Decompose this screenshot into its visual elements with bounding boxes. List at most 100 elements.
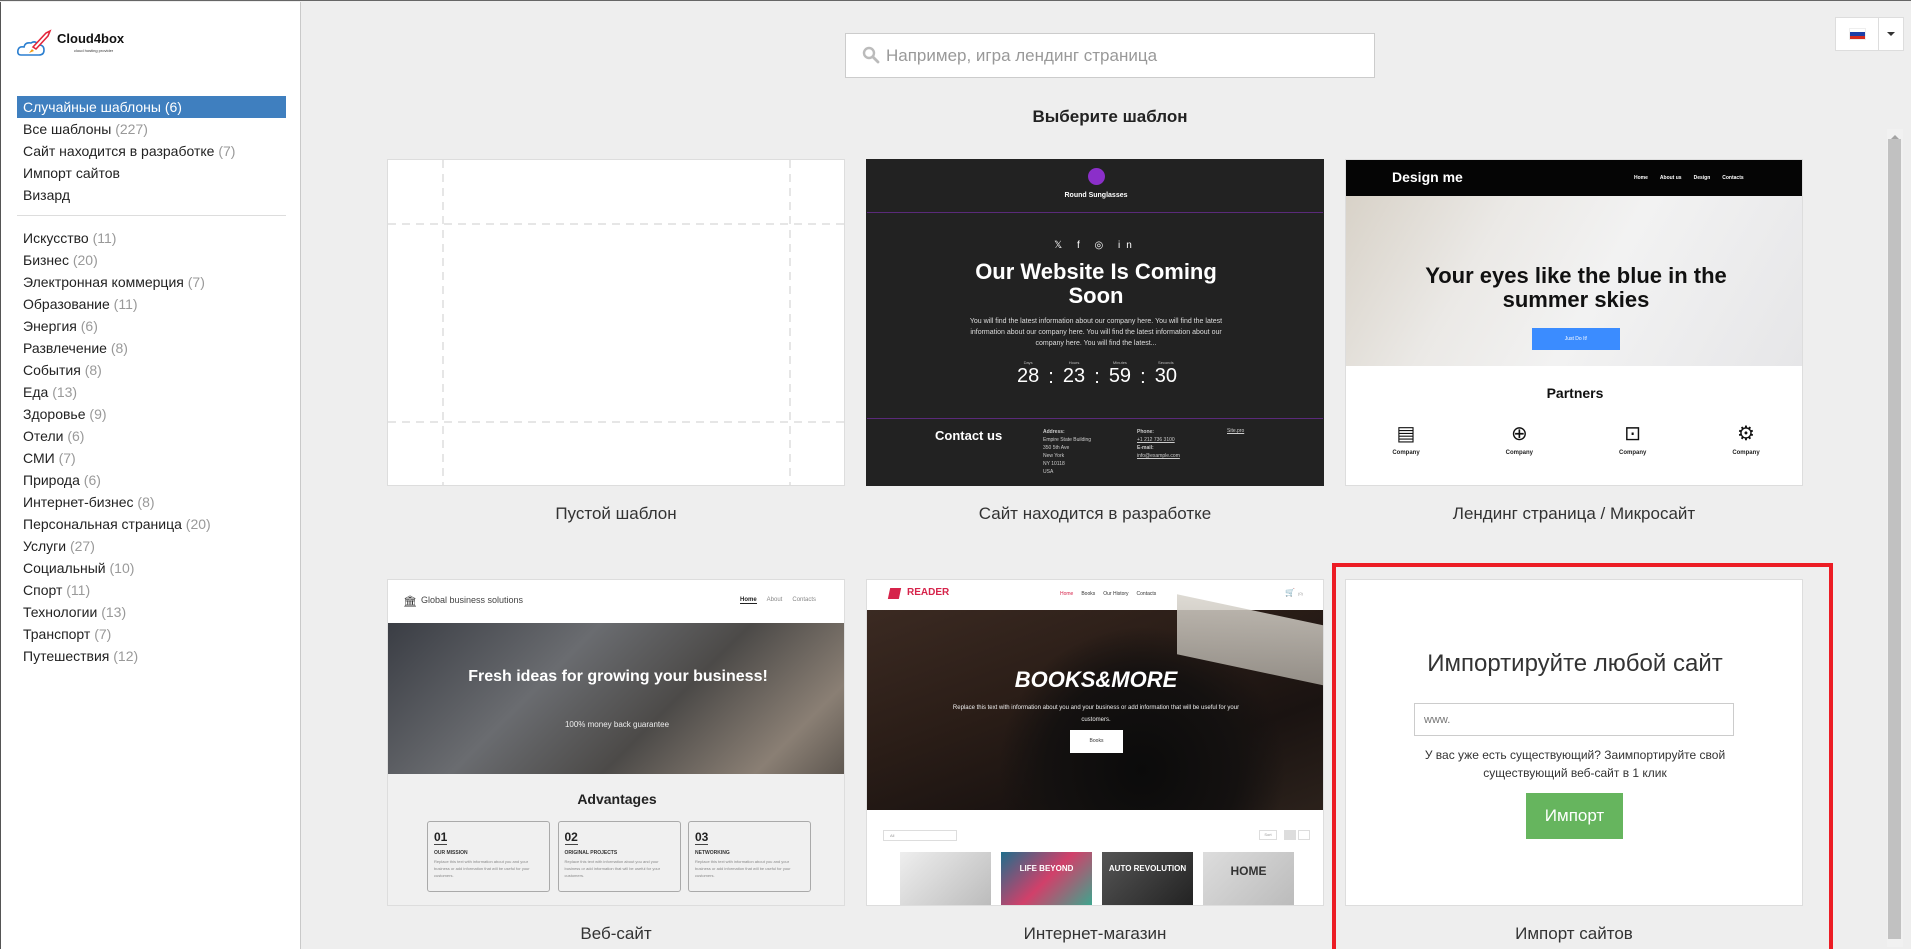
sidebar-item-label: Случайные шаблоны (6) [23,99,182,115]
book-title: AUTO REVOLUTION [1108,864,1187,873]
address-line: 350 5th Ave [1043,445,1070,451]
sidebar-item-label: Энергия [23,318,77,334]
sidebar-item[interactable]: Природа (6) [17,469,286,491]
sidebar-item[interactable]: Персональная страница (20) [17,513,286,535]
preview-nav-item: About [766,597,783,603]
sidebar-item[interactable]: Еда (13) [17,381,286,403]
sidebar-item[interactable]: Электронная коммерция (7) [17,271,286,293]
sidebar-item-count: (7) [94,626,112,642]
sidebar-item-count: (20) [185,516,211,532]
divider [867,212,1323,213]
preview-title: Your eyes like the blue in the summer sk… [1425,263,1727,312]
sidebar-item[interactable]: СМИ (7) [17,447,286,469]
sidebar-item[interactable]: Образование (11) [17,293,286,315]
sidebar-item-label: Технологии [23,604,98,620]
email: info@example.com [1137,453,1180,459]
partner-label: Company [1618,450,1647,456]
sidebar-item[interactable]: Бизнес (20) [17,249,286,271]
partner-label: Company [1732,450,1760,456]
scrollbar[interactable] [1887,129,1903,947]
sidebar-item-count: (6) [83,472,101,488]
sidebar-item-count: (13) [101,604,127,620]
sidebar-item-count: (27) [69,538,95,554]
countdown-value: 23 [1062,365,1086,387]
sidebar-item[interactable]: Услуги (27) [17,535,286,557]
import-panel: Импортируйте любой сайт У вас уже есть с… [1345,579,1803,906]
sidebar-item[interactable]: Транспорт (7) [17,623,286,645]
template-label[interactable]: Интернет-магазин [866,924,1324,944]
scrollbar-thumb[interactable] [1888,139,1901,939]
preview-header: Design me Home About us Design Contacts [1346,160,1802,196]
preview-nav-item: Our History [1103,591,1129,597]
sidebar-item[interactable]: Отели (6) [17,425,286,447]
sidebar-item-count: (10) [109,560,135,576]
sidebar-item[interactable]: Здоровье (9) [17,403,286,425]
sidebar-item[interactable]: Искусство (11) [17,227,286,249]
template-label[interactable]: Лендинг страница / Микросайт [1345,504,1803,524]
import-url-input[interactable] [1414,703,1734,736]
language-selector[interactable] [1835,17,1904,51]
sidebar-item-label: Путешествия [23,648,110,664]
language-flag[interactable] [1836,18,1879,50]
sidebar-item-label: Услуги [23,538,67,554]
sidebar-item[interactable]: Импорт сайтов [17,162,286,184]
partner-label: Company [1505,450,1533,456]
logo[interactable]: Cloud4box cloud hosting provider [16,29,136,61]
language-dropdown-toggle[interactable] [1879,18,1903,50]
sidebar-item[interactable]: События (8) [17,359,286,381]
sidebar-item-count: (13) [52,384,78,400]
sidebar-item[interactable]: Энергия (6) [17,315,286,337]
russian-flag-icon [1848,28,1866,40]
sidebar-item[interactable]: Интернет-бизнес (8) [17,491,286,513]
template-thumbnail[interactable]: READER Home Books Our History Contacts 🛒 (0… [866,579,1324,906]
sidebar: Cloud4box cloud hosting provider Случайн… [0,2,301,949]
address-line: USA [1043,469,1054,475]
advantage-card: 01 OUR MISSION Replace this text with info… [427,821,550,892]
countdown: Days 28: Hours 23: Minutes 59: Seconds 30 [1017,360,1177,389]
logo-name: Cloud4box [57,31,125,46]
preview-nav-item: Home [740,597,757,604]
template-label[interactable]: Пустой шаблон [387,504,845,524]
sidebar-item[interactable]: Все шаблоны (227) [17,118,286,140]
address-line: Empire State Building [1043,437,1092,443]
contact-block: Phone: +1 212 736 3100 E-mail: info@exam… [1137,428,1180,460]
search-input[interactable] [886,34,1366,77]
template-thumbnail[interactable]: Round Sunglasses 𝕏 f ◎ in Our Website Is… [866,159,1324,486]
preview-title: Fresh ideas for growing your business! [468,668,768,685]
template-thumbnail[interactable] [387,159,845,486]
sidebar-item-count: (11) [66,582,91,598]
template-thumbnail[interactable]: 🏛 Global business solutions Home About Con… [387,579,845,906]
download-circle-icon: ⊕ [1510,423,1528,445]
preview-button: Books [1070,730,1123,753]
sidebar-item[interactable]: Визард [17,184,286,206]
sidebar-item-label: Бизнес [23,252,69,268]
advantage-card: 02 ORIGINAL PROJECTS Replace this text wit… [557,821,681,892]
sidebar-item[interactable]: Сайт находится в разработке (7) [17,140,286,162]
template-label[interactable]: Сайт находится в разработке [866,504,1324,524]
sidebar-item-count: (7) [187,274,205,290]
address-line: New York [1043,453,1065,459]
sidebar-item[interactable]: Путешествия (12) [17,645,286,667]
search-icon [862,46,880,64]
advantage-text: Replace this text with information about… [695,859,791,878]
partners-title: Partners [1546,385,1604,401]
address-label: Address: [1043,429,1065,435]
preview-hero: Fresh ideas for growing your business! 1… [388,623,844,774]
sidebar-item-count: (227) [115,121,148,137]
nav-divider [17,215,286,216]
preview-nav-item: Contacts [1722,175,1744,181]
template-label[interactable]: Импорт сайтов [1345,924,1803,944]
preview-nav-item: Contacts [792,597,817,603]
preview-brand: READER [907,587,950,598]
sidebar-item[interactable]: Спорт (11) [17,579,286,601]
sidebar-item[interactable]: Случайные шаблоны (6) [17,96,286,118]
blank-grid-guides [388,160,844,485]
template-label[interactable]: Веб-сайт [387,924,845,944]
preview-brand: Design me [1392,169,1463,185]
import-button[interactable]: Импорт [1526,793,1623,839]
sidebar-item[interactable]: Технологии (13) [17,601,286,623]
sidebar-item[interactable]: Развлечение (8) [17,337,286,359]
preview-button: Just Do It! [1532,328,1620,350]
template-thumbnail[interactable]: Design me Home About us Design Contacts You… [1345,159,1803,486]
sidebar-item[interactable]: Социальный (10) [17,557,286,579]
